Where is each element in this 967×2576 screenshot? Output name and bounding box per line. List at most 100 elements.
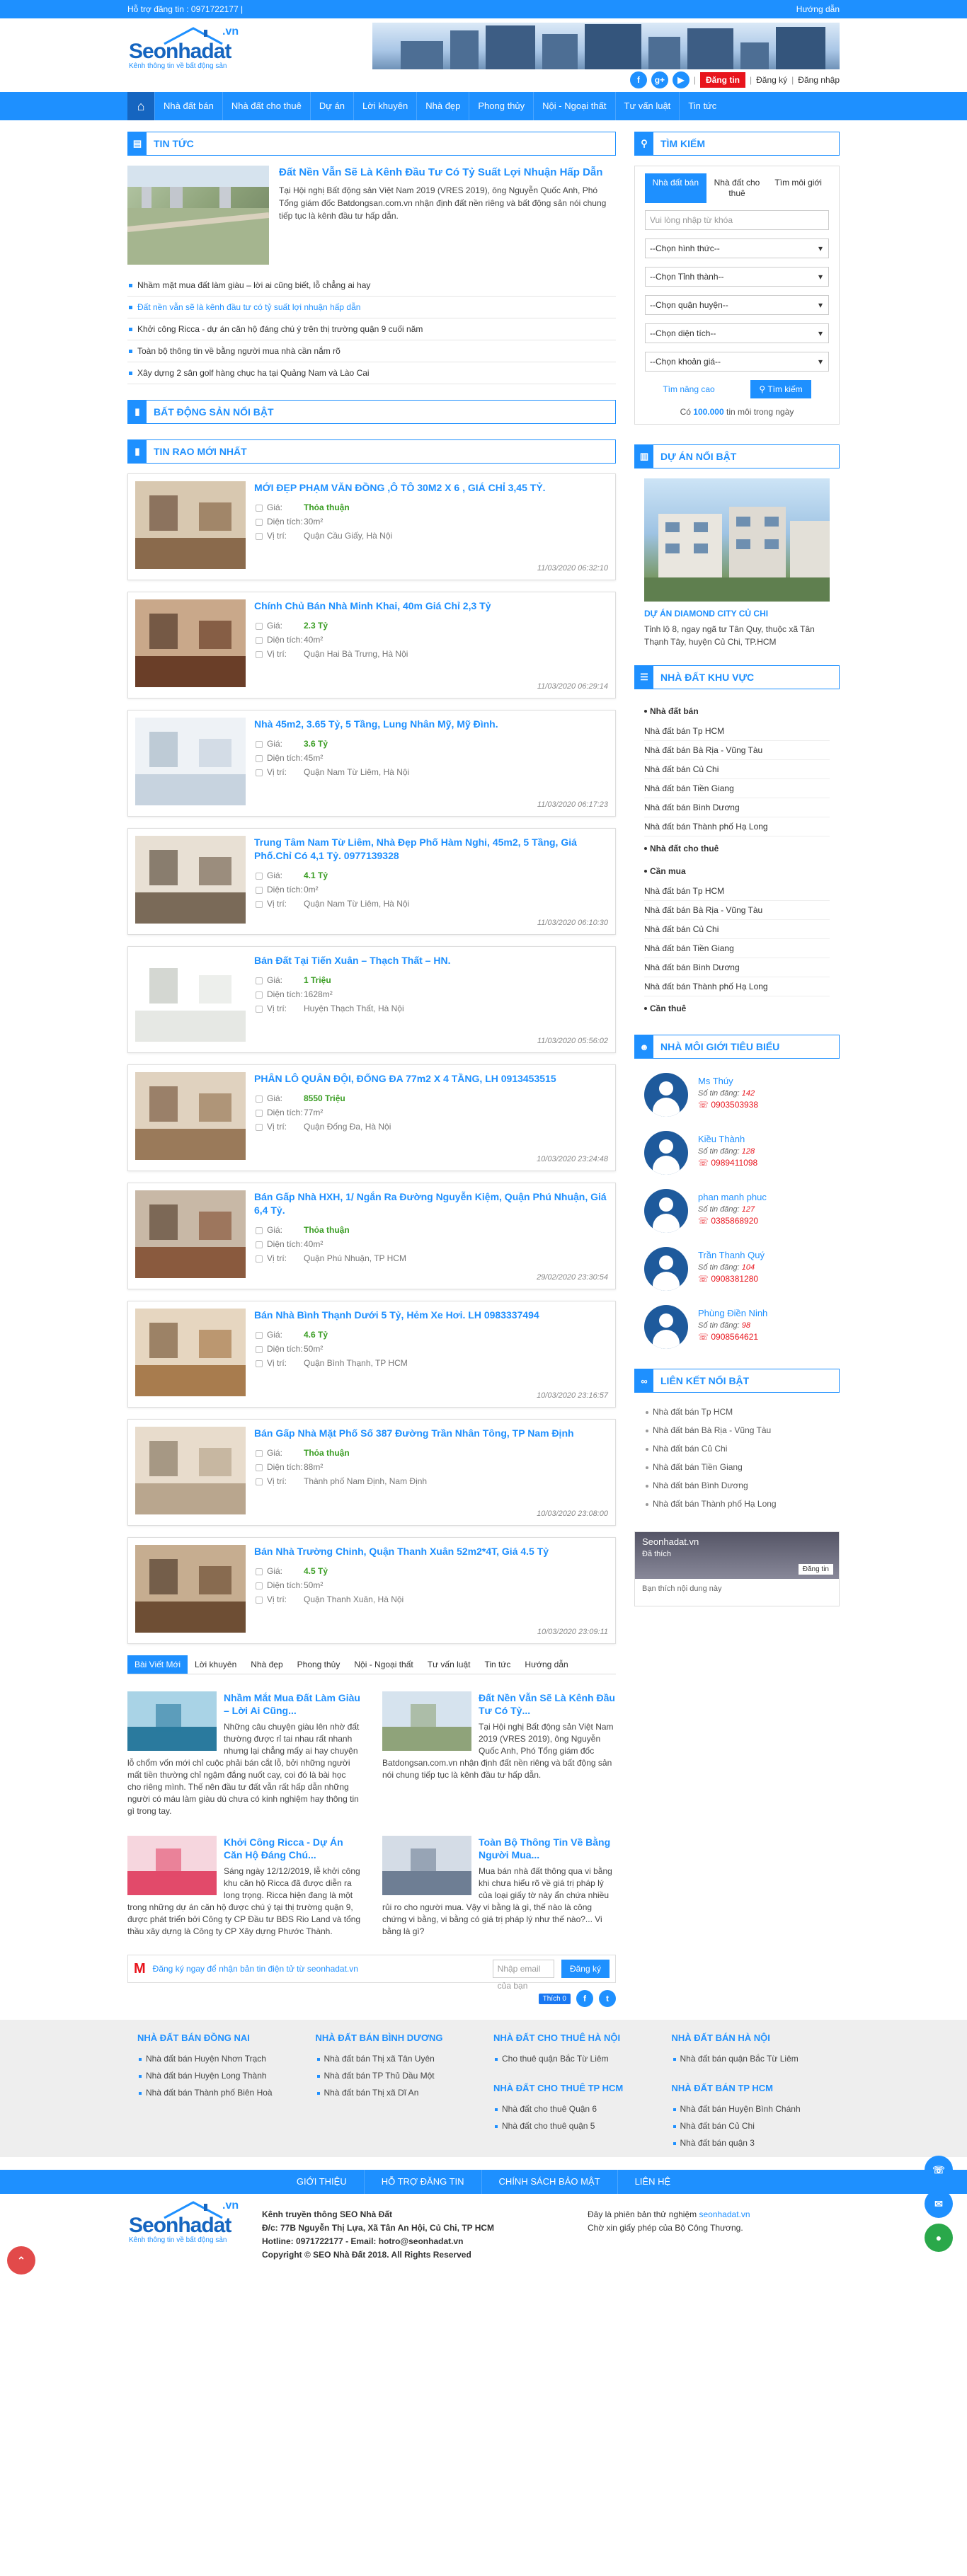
region-link[interactable]: Nhà đất bán Củ Chi [644, 760, 830, 779]
region-link[interactable]: Nhà đất bán Bình Dương [644, 958, 830, 977]
featured-news-title[interactable]: Đất Nền Vẫn Sẽ Là Kênh Đầu Tư Có Tỷ Suất… [279, 166, 616, 180]
broker-phone[interactable]: ☏ 0385868920 [698, 1216, 767, 1226]
listing-title[interactable]: PHÂN LÔ QUÂN ĐỘI, ĐỐNG ĐA 77m2 X 4 TẦNG,… [254, 1072, 608, 1086]
phone-float-icon[interactable]: ☏ [925, 2156, 953, 2184]
news-list-item[interactable]: Xây dựng 2 sân golf hàng chục ha tại Quả… [127, 362, 616, 384]
newsletter-submit-button[interactable]: Đăng ký [561, 1960, 610, 1978]
listing-card[interactable]: Trung Tâm Nam Từ Liêm, Nhà Đẹp Phố Hàm N… [127, 828, 616, 935]
broker-phone[interactable]: ☏ 0903503938 [698, 1100, 758, 1110]
featured-link[interactable]: Nhà đất bán Bà Rịa - Vũng Tàu [644, 1421, 830, 1439]
broker-phone[interactable]: ☏ 0908381280 [698, 1274, 765, 1284]
footer-nav-item[interactable]: LIÊN HỆ [618, 2170, 688, 2194]
region-link[interactable]: Nhà đất bán Tp HCM [644, 722, 830, 741]
broker-name[interactable]: phan manh phuc [698, 1192, 767, 1202]
tab-1[interactable]: Lời khuyên [188, 1655, 244, 1674]
region-link[interactable]: Nhà đất bán Tp HCM [644, 882, 830, 901]
footer-col-title[interactable]: NHÀ ĐẤT BÁN ĐỒNG NAI [137, 2032, 296, 2043]
region-link[interactable]: Nhà đất bán Bà Rịa - Vũng Tàu [644, 741, 830, 760]
listing-image[interactable] [135, 599, 246, 687]
article-image[interactable] [382, 1836, 471, 1895]
youtube-icon[interactable]: ▶ [672, 71, 690, 88]
register-link[interactable]: Đăng ký [756, 75, 787, 85]
footer-link[interactable]: Nhà đất bán Huyện Bình Chánh [672, 2100, 830, 2117]
broker-card[interactable]: Kiều Thành Số tin đăng: 128 ☏ 0989411098 [634, 1127, 840, 1179]
region-link[interactable]: Nhà đất bán Tiền Giang [644, 939, 830, 958]
avatar[interactable] [644, 1073, 688, 1117]
messenger-float-icon[interactable]: ✉ [925, 2190, 953, 2218]
footer-link[interactable]: Nhà đất cho thuê Quận 6 [493, 2100, 652, 2117]
facebook-page-widget[interactable]: Seonhadat.vn Đã thích Đăng tin Bạn thích… [634, 1531, 840, 1606]
fb-page-name[interactable]: Seonhadat.vn [642, 1536, 832, 1547]
article-image[interactable] [382, 1691, 471, 1751]
listing-title[interactable]: Bán Nhà Bình Thạnh Dưới 5 Tỷ, Hẻm Xe Hơi… [254, 1309, 608, 1322]
footer-nav-item[interactable]: CHÍNH SÁCH BẢO MẬT [482, 2170, 618, 2194]
nav-item[interactable]: Nhà đất bán [154, 92, 222, 120]
tab-rent[interactable]: Nhà đất cho thuê [706, 173, 768, 203]
tab-0[interactable]: Bài Viết Mới [127, 1655, 188, 1674]
article-image[interactable] [127, 1836, 217, 1895]
footer-link[interactable]: Nhà đất cho thuê quận 5 [493, 2117, 652, 2134]
region-link[interactable]: Nhà đất bán Bà Rịa - Vũng Tàu [644, 901, 830, 920]
broker-name[interactable]: Kiều Thành [698, 1134, 757, 1144]
region-link[interactable]: Nhà đất bán Thành phố Hạ Long [644, 977, 830, 996]
footer-nav-item[interactable]: GIỚI THIỆU [280, 2170, 365, 2194]
tab-6[interactable]: Tin tức [477, 1655, 517, 1674]
header-banner[interactable] [372, 23, 840, 69]
listing-title[interactable]: MỚI ĐẸP PHẠM VĂN ĐỒNG ,Ô TÔ 30M2 X 6 , G… [254, 481, 608, 495]
region-link[interactable]: Nhà đất bán Thành phố Hạ Long [644, 817, 830, 836]
footer-link[interactable]: Cho thuê quận Bắc Từ Liêm [493, 2050, 652, 2067]
featured-news[interactable]: Đất Nền Vẫn Sẽ Là Kênh Đầu Tư Có Tỷ Suất… [127, 166, 616, 265]
nav-item[interactable]: Dự án [309, 92, 353, 120]
broker-card[interactable]: Ms Thúy Số tin đăng: 142 ☏ 0903503938 [634, 1069, 840, 1121]
region-group-title[interactable]: Cần mua [644, 859, 830, 882]
broker-phone[interactable]: ☏ 0989411098 [698, 1158, 757, 1168]
footer-link[interactable]: Nhà đất bán Thị xã Tân Uyên [316, 2050, 474, 2067]
region-link[interactable]: Nhà đất bán Củ Chi [644, 920, 830, 939]
footer-nav-item[interactable]: HỖ TRỢ ĐĂNG TIN [365, 2170, 482, 2194]
search-keyword-input[interactable]: Vui lòng nhập từ khóa [645, 210, 829, 230]
advanced-search-link[interactable]: Tìm nâng cao [663, 384, 714, 394]
news-list-item[interactable]: Nhầm mặt mua đất làm giàu – lời ai cũng … [127, 275, 616, 297]
scroll-top-icon[interactable]: ⌃ [7, 2246, 35, 2275]
region-link[interactable]: Nhà đất bán Tiền Giang [644, 779, 830, 798]
region-group-title[interactable]: Nhà đất cho thuê [644, 836, 830, 859]
featured-link[interactable]: Nhà đất bán Thành phố Hạ Long [644, 1495, 830, 1513]
featured-link[interactable]: Nhà đất bán Tiền Giang [644, 1458, 830, 1476]
facebook-icon[interactable]: f [629, 71, 647, 88]
listing-image[interactable] [135, 481, 246, 569]
project-image[interactable] [644, 478, 830, 602]
footer-link[interactable]: Nhà đất bán TP Thủ Dầu Một [316, 2067, 474, 2084]
broker-card[interactable]: Phùng Điền Ninh Số tin đăng: 98 ☏ 09085646… [634, 1301, 840, 1353]
logo[interactable]: .vn Seonhadat Kênh thông tin về bất động… [127, 25, 241, 70]
nav-item[interactable]: Nhà đất cho thuê [222, 92, 310, 120]
broker-name[interactable]: Ms Thúy [698, 1076, 758, 1086]
listing-title[interactable]: Bán Gấp Nhà HXH, 1/ Ngắn Ra Đường Nguyễn… [254, 1190, 608, 1217]
home-icon[interactable]: ⌂ [127, 92, 154, 120]
listing-title[interactable]: Nhà 45m2, 3.65 Tỷ, 5 Tầng, Lung Nhân Mỹ,… [254, 718, 608, 731]
listing-card[interactable]: Bán Nhà Trường Chinh, Quận Thanh Xuân 52… [127, 1537, 616, 1644]
nav-item[interactable]: Nhà đẹp [416, 92, 469, 120]
avatar[interactable] [644, 1247, 688, 1291]
news-list-item[interactable]: Khởi công Ricca - dự án căn hộ đáng chú … [127, 318, 616, 340]
search-select[interactable]: --Chọn Tỉnh thành-- [645, 267, 829, 287]
listing-card[interactable]: Chính Chủ Bán Nhà Minh Khai, 40m Giá Chỉ… [127, 592, 616, 698]
listing-title[interactable]: Bán Đất Tại Tiến Xuân – Thạch Thất – HN. [254, 954, 608, 967]
listing-title[interactable]: Trung Tâm Nam Từ Liêm, Nhà Đẹp Phố Hàm N… [254, 836, 608, 863]
tab-7[interactable]: Hướng dẫn [517, 1655, 575, 1674]
twitter-share-icon[interactable]: t [599, 1990, 616, 2007]
facebook-share-icon[interactable]: f [576, 1990, 593, 2007]
post-listing-button[interactable]: Đăng tin [700, 72, 745, 88]
listing-image[interactable] [135, 836, 246, 924]
nav-item[interactable]: Phong thủy [469, 92, 533, 120]
broker-card[interactable]: Trần Thanh Quý Số tin đăng: 104 ☏ 09083812… [634, 1243, 840, 1295]
broker-card[interactable]: phan manh phuc Số tin đăng: 127 ☏ 03858689… [634, 1185, 840, 1237]
listing-image[interactable] [135, 1309, 246, 1396]
footer-link[interactable]: Nhà đất bán quận 3 [672, 2134, 830, 2151]
article-image[interactable] [127, 1691, 217, 1751]
region-group-title[interactable]: Nhà đất bán [644, 699, 830, 722]
tab-sale[interactable]: Nhà đất bán [645, 173, 706, 203]
project-name[interactable]: DỰ ÁN DIAMOND CITY CỦ CHI [644, 609, 830, 619]
listing-title[interactable]: Bán Gấp Nhà Mặt Phố Số 387 Đường Trần Nh… [254, 1427, 608, 1440]
region-group-title[interactable]: Cần thuê [644, 996, 830, 1019]
listing-card[interactable]: PHÂN LÔ QUÂN ĐỘI, ĐỐNG ĐA 77m2 X 4 TẦNG,… [127, 1064, 616, 1171]
